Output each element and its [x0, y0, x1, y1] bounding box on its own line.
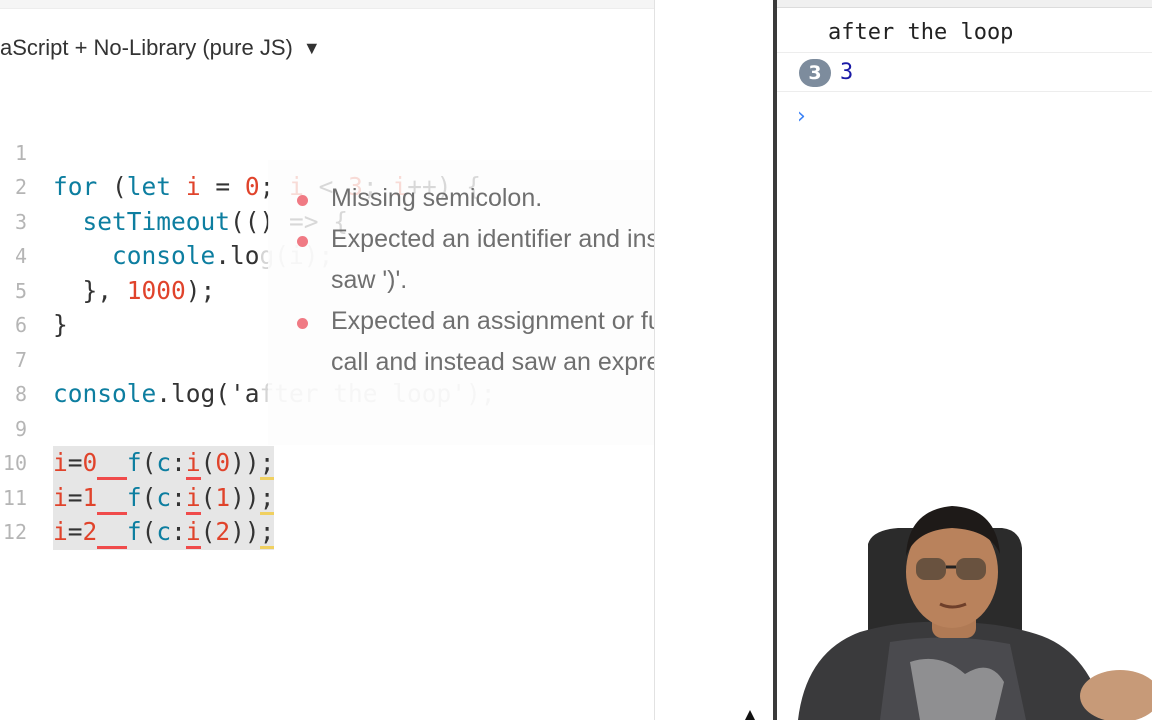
console-log-text: after the loop — [828, 20, 1014, 45]
repeat-count-badge: 3 — [799, 59, 831, 87]
cursor-icon — [745, 710, 755, 720]
error-dot-icon — [297, 236, 308, 247]
chevron-right-icon: › — [797, 104, 806, 129]
code-line[interactable]: 1 for (let i = 0; i < 3; i++) { — [0, 101, 654, 202]
error-dot-icon — [297, 195, 308, 206]
line-number: 12 — [2, 520, 27, 544]
console-log-row: after the loop — [777, 18, 1152, 53]
pane-divider-area — [654, 0, 776, 720]
console-top-bar — [777, 0, 1152, 8]
chevron-down-icon[interactable]: ▼ — [303, 38, 321, 59]
editor-top-bar — [0, 0, 654, 9]
console-input[interactable]: › — [777, 104, 1152, 134]
language-select[interactable]: aScript + No-Library (pure JS) ▼ — [0, 33, 321, 63]
lint-message-text: Expected an identifier and instead saw '… — [331, 225, 708, 294]
error-dot-icon — [297, 318, 308, 329]
code-line[interactable]: 12 — [0, 481, 654, 544]
console-log-row-repeated: 3 3 — [777, 57, 1152, 92]
language-label: aScript + No-Library (pure JS) — [0, 35, 293, 60]
console-log-value: 3 — [840, 60, 854, 85]
lint-message-text: Missing semicolon. — [331, 184, 543, 212]
presenter-webcam — [790, 492, 1152, 720]
code-line[interactable]: 11 i=2 f(c:i(2)); — [0, 446, 654, 550]
presenter-video-frame — [790, 492, 1152, 720]
